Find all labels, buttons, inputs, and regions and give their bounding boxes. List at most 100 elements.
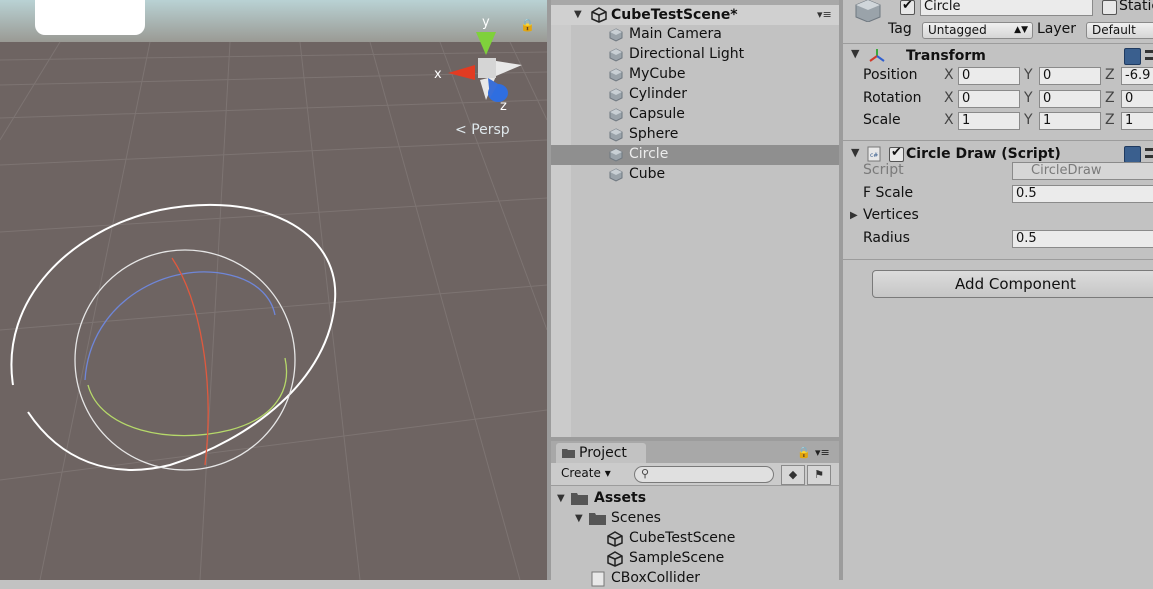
project-tabbar: Project 🔒 ▾≡: [551, 441, 839, 463]
create-dropdown[interactable]: Create ▾: [561, 466, 611, 480]
position-y-field[interactable]: 0: [1039, 67, 1101, 85]
hierarchy-item[interactable]: Main Camera: [551, 25, 839, 45]
gameobject-cube-icon: [609, 88, 623, 102]
x-axis-cone[interactable]: [448, 65, 475, 80]
tree-item-label: Scenes: [611, 510, 661, 526]
expand-triangle-icon[interactable]: ▼: [851, 146, 859, 159]
axis-x-label: X: [944, 90, 954, 106]
tree-item-scene[interactable]: CubeTestScene: [551, 529, 839, 549]
fscale-field[interactable]: 0.5: [1012, 185, 1153, 203]
hierarchy-item-label: Sphere: [629, 126, 679, 142]
tree-item-scenes[interactable]: ▼ Scenes: [551, 509, 839, 529]
expand-triangle-icon[interactable]: ▼: [575, 513, 583, 524]
scale-z-field[interactable]: 1: [1121, 112, 1153, 130]
tree-item-label: SampleScene: [629, 550, 725, 566]
hierarchy-item-label: Cube: [629, 166, 666, 182]
rotation-x-field[interactable]: 0: [958, 90, 1020, 108]
hierarchy-item-label: Directional Light: [629, 46, 745, 62]
hierarchy-scene-row[interactable]: ▼ CubeTestScene* ▾≡: [551, 5, 839, 25]
hierarchy-item[interactable]: Capsule: [551, 105, 839, 125]
search-input[interactable]: ⚲: [634, 466, 774, 483]
gameobject-cube-icon: [609, 148, 623, 162]
projection-toggle[interactable]: < Persp: [455, 122, 510, 138]
circle-draw-title: Circle Draw (Script): [906, 146, 1061, 162]
position-label: Position: [863, 67, 918, 83]
hierarchy-item-label: MyCube: [629, 66, 686, 82]
gameobject-cube-icon: [609, 168, 623, 182]
gizmo-z-label: z: [500, 99, 507, 114]
tree-item-label: Assets: [594, 490, 647, 506]
tree-item-script[interactable]: CBoxCollider: [551, 569, 839, 589]
gizmo-x-label: x: [434, 67, 442, 82]
layer-dropdown[interactable]: Default: [1086, 22, 1153, 39]
component-enabled-checkbox[interactable]: ✔: [889, 145, 904, 162]
hierarchy-item[interactable]: Directional Light: [551, 45, 839, 65]
lock-icon[interactable]: 🔒: [520, 18, 535, 32]
folder-icon: [589, 513, 606, 525]
settings-gear-icon[interactable]: [1145, 48, 1153, 64]
scene-view[interactable]: y x z 🔒 < Persp: [0, 0, 547, 580]
scene-toolbar-knob: [118, 5, 142, 29]
tree-item-assets[interactable]: ▼ Assets: [551, 489, 839, 509]
gizmo-center-cube[interactable]: [478, 58, 496, 78]
position-z-field[interactable]: -6.9: [1121, 67, 1153, 85]
divider: [843, 140, 1153, 141]
position-x-field[interactable]: 0: [958, 67, 1020, 85]
expand-triangle-icon[interactable]: ▶: [850, 210, 858, 221]
scale-y-field[interactable]: 1: [1039, 112, 1101, 130]
project-menu-icon[interactable]: ▾≡: [815, 446, 830, 459]
persp-label: Persp: [471, 122, 510, 138]
transform-title: Transform: [906, 48, 986, 64]
search-icon: ⚲: [641, 467, 650, 480]
filter-by-type-button[interactable]: ◆: [781, 465, 805, 485]
radius-field[interactable]: 0.5: [1012, 230, 1153, 248]
filter-by-label-button[interactable]: ⚑: [807, 465, 831, 485]
object-name-field[interactable]: Circle: [920, 0, 1093, 16]
vertices-label[interactable]: Vertices: [863, 207, 919, 223]
help-book-icon[interactable]: [1124, 48, 1141, 65]
script-label: Script: [863, 162, 904, 178]
tree-item-label: CBoxCollider: [611, 570, 701, 586]
axis-y-label: Y: [1024, 67, 1033, 83]
expand-triangle-icon[interactable]: ▼: [851, 47, 859, 60]
hierarchy-menu-icon[interactable]: ▾≡: [817, 8, 832, 21]
transform-header[interactable]: ▼ Transform: [843, 45, 1153, 67]
hierarchy-item[interactable]: Cube: [551, 165, 839, 185]
axis-x-label: X: [944, 67, 954, 83]
hierarchy-item[interactable]: Cylinder: [551, 85, 839, 105]
help-book-icon[interactable]: [1124, 146, 1141, 163]
tab-project[interactable]: Project: [556, 443, 646, 463]
tree-item-scene[interactable]: SampleScene: [551, 549, 839, 569]
axis-x-label: X: [944, 112, 954, 128]
rotation-z-field[interactable]: 0: [1121, 90, 1153, 108]
divider: [843, 259, 1153, 260]
gameobject-cube-icon: [609, 68, 623, 82]
scale-x-field[interactable]: 1: [958, 112, 1020, 130]
hierarchy-item[interactable]: MyCube: [551, 65, 839, 85]
project-toolbar: Create ▾ ⚲ ◆ ⚑: [551, 463, 839, 486]
hierarchy-item-selected[interactable]: Circle: [551, 145, 839, 165]
tree-item-label: CubeTestScene: [629, 530, 736, 546]
tag-dropdown[interactable]: Untagged ▲▼: [922, 22, 1033, 39]
static-checkbox[interactable]: [1102, 0, 1117, 15]
y-axis-cone[interactable]: [476, 32, 496, 55]
hierarchy-list: Main Camera Directional Light MyCube Cyl…: [551, 25, 839, 185]
create-label: Create: [561, 466, 601, 480]
gameobject-cube-icon: [609, 108, 623, 122]
lock-icon[interactable]: 🔒: [797, 446, 811, 459]
project-panel: Project 🔒 ▾≡ Create ▾ ⚲ ◆ ⚑ ▼ Assets ▼ S…: [551, 437, 839, 587]
svg-text:c#: c#: [870, 152, 878, 159]
layer-value: Default: [1092, 23, 1136, 37]
active-checkbox[interactable]: ✔: [900, 0, 915, 15]
add-component-button[interactable]: Add Component: [872, 270, 1153, 298]
expand-triangle-icon[interactable]: ▼: [557, 493, 565, 504]
gameobject-cube-icon: [609, 48, 623, 62]
gizmo-y-label: y: [482, 15, 490, 30]
hierarchy-item[interactable]: Sphere: [551, 125, 839, 145]
project-tree: ▼ Assets ▼ Scenes CubeTestScene SampleSc…: [551, 489, 839, 589]
unity-scene-icon: [607, 531, 623, 547]
expand-triangle-icon[interactable]: ▼: [574, 9, 582, 20]
settings-gear-icon[interactable]: [1145, 146, 1153, 162]
rotation-y-field[interactable]: 0: [1039, 90, 1101, 108]
scene-name: CubeTestScene*: [611, 7, 738, 23]
